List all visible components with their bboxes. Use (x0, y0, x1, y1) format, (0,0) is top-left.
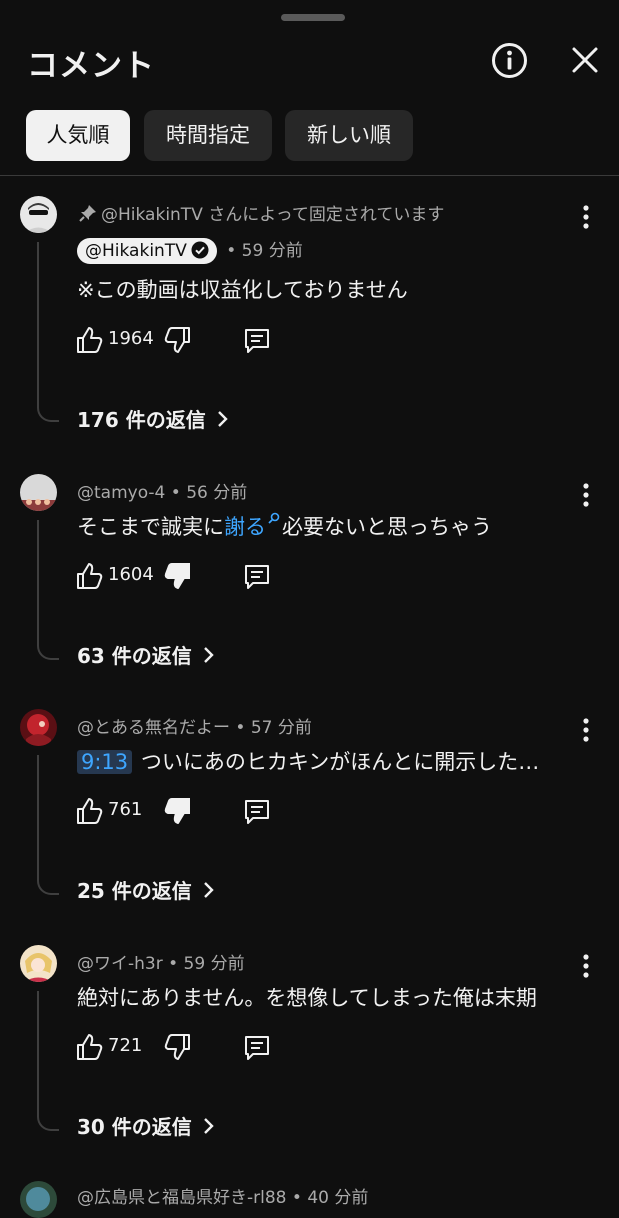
pin-icon (79, 205, 96, 222)
comment-text-before: そこまで誠実に (77, 515, 224, 539)
like-count: 1964 (108, 328, 154, 349)
avatar[interactable] (20, 474, 57, 511)
verified-icon (191, 241, 209, 259)
comment-time: • 59 分前 (226, 241, 303, 261)
chevron-right-icon (217, 411, 228, 427)
replies-link[interactable]: 25 件の返信 (77, 875, 215, 904)
drag-handle[interactable] (281, 14, 345, 21)
more-options-icon[interactable] (576, 953, 596, 979)
tab-newest[interactable]: 新しい順 (285, 110, 413, 161)
comment-author-time: @tamyo-4 • 56 分前 (77, 483, 248, 503)
author-name: @HikakinTV (85, 241, 187, 261)
dislike-icon[interactable] (164, 562, 192, 590)
thread-line (37, 755, 59, 895)
comment-text: ※この動画は収益化しておりません (77, 278, 408, 302)
divider (0, 175, 619, 176)
replies-link[interactable]: 176 件の返信 (77, 404, 229, 433)
reply-icon[interactable] (243, 327, 271, 355)
comment-text: そこまで誠実に謝る 必要ないと思っちゃう (77, 511, 492, 541)
panel-title: コメント (27, 48, 155, 84)
replies-count: 30 件の返信 (77, 1115, 192, 1139)
more-options-icon[interactable] (576, 717, 596, 743)
chevron-right-icon (203, 647, 214, 663)
replies-link[interactable]: 30 件の返信 (77, 1111, 215, 1140)
avatar[interactable] (20, 196, 57, 233)
reply-icon[interactable] (243, 563, 271, 591)
chevron-right-icon (203, 1118, 214, 1134)
dislike-icon[interactable] (164, 326, 192, 354)
reply-icon[interactable] (243, 798, 271, 826)
comment-text: 9:13 ついにあのヒカキンがほんとに開示した… (77, 746, 539, 776)
tab-timed[interactable]: 時間指定 (144, 110, 272, 161)
close-icon[interactable] (571, 46, 599, 74)
avatar[interactable] (20, 1181, 57, 1218)
replies-count: 176 件の返信 (77, 408, 206, 432)
comment-text-body: ついにあのヒカキンがほんとに開示した… (140, 750, 540, 774)
replies-count: 63 件の返信 (77, 644, 192, 668)
like-count: 761 (108, 799, 143, 820)
thread-line (37, 520, 59, 660)
chevron-right-icon (203, 882, 214, 898)
like-count: 1604 (108, 564, 154, 585)
reply-icon[interactable] (243, 1034, 271, 1062)
like-icon[interactable] (75, 1033, 103, 1061)
info-icon[interactable] (491, 42, 528, 79)
avatar[interactable] (20, 709, 57, 746)
like-icon[interactable] (75, 797, 103, 825)
comment-author-line: @HikakinTV • 59 分前 (77, 236, 303, 264)
more-options-icon[interactable] (576, 204, 596, 230)
replies-link[interactable]: 63 件の返信 (77, 640, 215, 669)
comment-author-time: @ワイ-h3r • 59 分前 (77, 954, 245, 974)
like-icon[interactable] (75, 562, 103, 590)
avatar[interactable] (20, 945, 57, 982)
tab-popular[interactable]: 人気順 (26, 110, 130, 161)
replies-count: 25 件の返信 (77, 879, 192, 903)
timestamp-link[interactable]: 9:13 (77, 750, 133, 774)
search-icon (268, 512, 280, 524)
pinned-text: @HikakinTV さんによって固定されています (101, 205, 445, 225)
dislike-icon[interactable] (164, 1033, 192, 1061)
comment-author-time: @広島県と福島県好き-rl88 • 40 分前 (77, 1188, 369, 1208)
comment-author-time: @とある無名だよー • 57 分前 (77, 718, 312, 738)
like-icon[interactable] (75, 326, 103, 354)
comment-text-after: 必要ないと思っちゃう (282, 515, 492, 539)
dislike-icon[interactable] (164, 797, 192, 825)
search-link[interactable]: 謝る (224, 515, 266, 539)
like-count: 721 (108, 1035, 143, 1056)
author-chip[interactable]: @HikakinTV (77, 238, 217, 264)
thread-line (37, 242, 59, 422)
more-options-icon[interactable] (576, 482, 596, 508)
comment-text: 絶対にありません。を想像してしまった俺は末期 (77, 986, 537, 1010)
thread-line (37, 991, 59, 1131)
pinned-label: @HikakinTV さんによって固定されています (79, 200, 444, 225)
